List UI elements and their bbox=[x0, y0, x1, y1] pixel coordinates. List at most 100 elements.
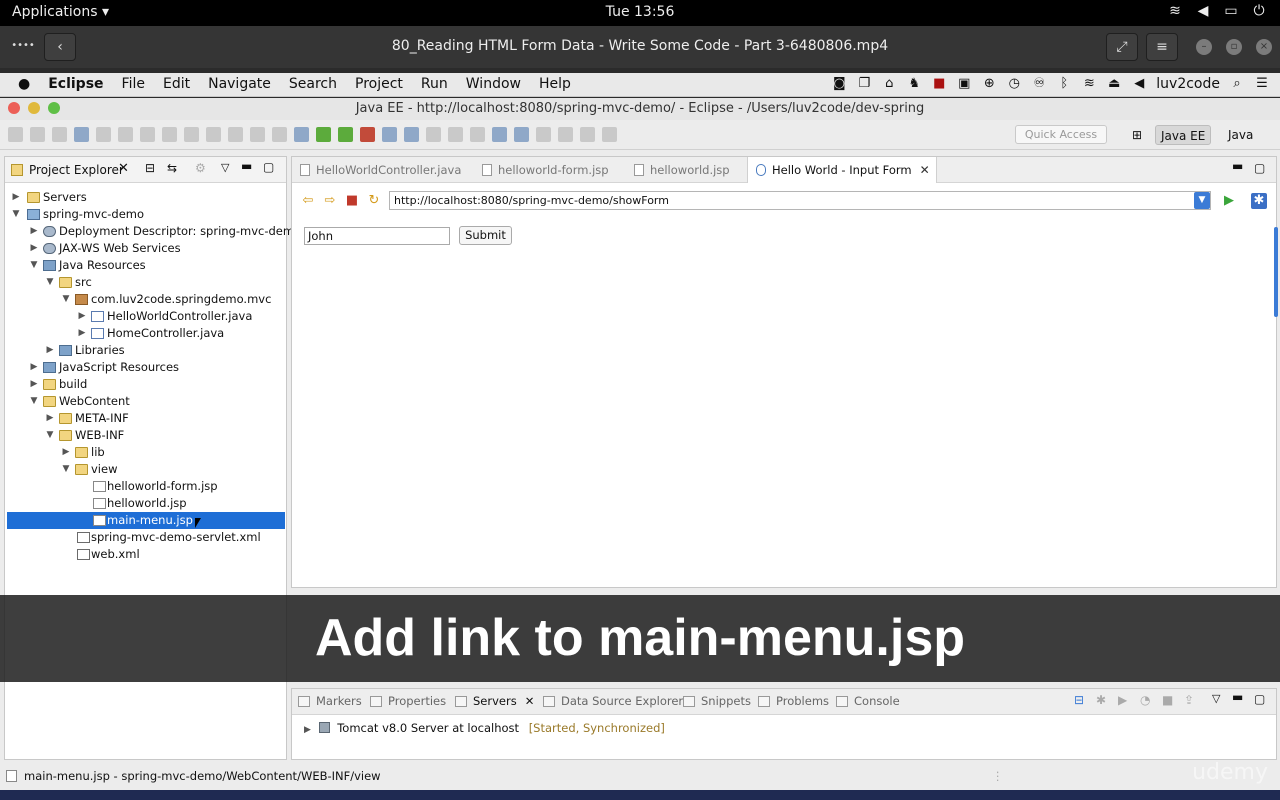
tree-item-helloworld-form-jsp[interactable]: helloworld-form.jsp bbox=[5, 478, 286, 495]
stop-icon[interactable]: ■ bbox=[344, 193, 360, 209]
tab-snippets[interactable]: Snippets bbox=[683, 694, 751, 708]
tree-item-deployment-descriptor[interactable]: ▶ Deployment Descriptor: spring-mvc-demo bbox=[5, 223, 302, 240]
view-menu-icon[interactable]: ▽ bbox=[221, 161, 229, 174]
forward-arrow-icon[interactable]: ⇨ bbox=[322, 193, 338, 209]
tab-console[interactable]: Console bbox=[836, 694, 900, 708]
build-icon[interactable] bbox=[294, 127, 309, 142]
minimize-window-button[interactable] bbox=[28, 102, 40, 114]
tab-helloworldcontroller[interactable]: HelloWorldController.java bbox=[292, 157, 461, 183]
tab-hello-world-input-form[interactable]: Hello World - Input Form ✕ bbox=[747, 157, 937, 183]
open-type-icon[interactable] bbox=[426, 127, 441, 142]
clock[interactable]: Tue 13:56 bbox=[0, 4, 1280, 20]
tree-item-main-menu-jsp[interactable]: main-menu.jsp bbox=[7, 512, 285, 529]
bluetooth-icon[interactable]: ᛒ bbox=[1056, 76, 1072, 92]
tab-helloworld-jsp[interactable]: helloworld.jsp bbox=[626, 157, 730, 183]
refresh-icon[interactable]: ↻ bbox=[366, 193, 382, 209]
expand-icon[interactable]: ▶ bbox=[304, 725, 311, 735]
expand-icon[interactable]: ▶ bbox=[29, 223, 39, 240]
wifi-icon[interactable]: ≋ bbox=[1081, 76, 1097, 92]
tree-item-view[interactable]: ▼ view bbox=[5, 461, 286, 478]
new-icon[interactable] bbox=[8, 127, 23, 142]
power-icon[interactable]: ⏻ bbox=[1250, 3, 1268, 19]
save-icon[interactable] bbox=[30, 127, 45, 142]
forward-icon[interactable] bbox=[602, 127, 617, 142]
perspective-java-ee[interactable]: Java EE bbox=[1155, 125, 1212, 145]
menu-app-name[interactable]: Eclipse bbox=[48, 76, 103, 92]
tab-helloworld-form-jsp[interactable]: helloworld-form.jsp bbox=[474, 157, 609, 183]
home-icon[interactable]: ⌂ bbox=[881, 76, 897, 92]
menu-navigate[interactable]: Navigate bbox=[208, 76, 271, 92]
collapse-icon[interactable]: ▼ bbox=[45, 274, 55, 291]
url-field[interactable]: http://localhost:8080/spring-mvc-demo/sh… bbox=[389, 191, 1211, 210]
url-dropdown-icon[interactable]: ▼ bbox=[1194, 192, 1210, 209]
go-icon[interactable]: ▶ bbox=[1221, 193, 1237, 209]
tree-item-web-inf[interactable]: ▼ WEB-INF bbox=[5, 427, 286, 444]
tree-item-homecontroller[interactable]: ▶ HomeController.java bbox=[5, 325, 286, 342]
filter-icon[interactable]: ⚙ bbox=[195, 161, 206, 175]
tab-markers[interactable]: Markers bbox=[298, 694, 362, 708]
evernote-icon[interactable]: ♞ bbox=[906, 76, 922, 92]
tree-item-meta-inf[interactable]: ▶ META-INF bbox=[5, 410, 286, 427]
sync-icon[interactable] bbox=[514, 127, 529, 142]
close-icon[interactable]: ✕ bbox=[920, 157, 930, 183]
expand-icon[interactable]: ▶ bbox=[29, 240, 39, 257]
tree-item-servlet-xml[interactable]: spring-mvc-demo-servlet.xml bbox=[5, 529, 286, 546]
search-icon[interactable] bbox=[470, 127, 485, 142]
tree-item-webcontent[interactable]: ▼ WebContent bbox=[5, 393, 286, 410]
external-tools-icon[interactable] bbox=[360, 127, 375, 142]
expand-icon[interactable]: ▶ bbox=[29, 359, 39, 376]
menu-project[interactable]: Project bbox=[355, 76, 403, 92]
start-server-icon[interactable]: ▶ bbox=[1118, 693, 1127, 707]
expand-icon[interactable]: ▶ bbox=[77, 325, 87, 342]
terminate-icon[interactable] bbox=[162, 127, 177, 142]
collapse-icon[interactable]: ▼ bbox=[29, 393, 39, 410]
debug-server-icon[interactable]: ✱ bbox=[1096, 693, 1106, 707]
collapse-all-icon[interactable]: ⊟ bbox=[145, 161, 155, 175]
collapse-icon[interactable]: ▼ bbox=[45, 427, 55, 444]
close-button[interactable]: × bbox=[1256, 39, 1272, 55]
accessibility-icon[interactable]: ⊕ bbox=[981, 76, 997, 92]
open-perspective-icon[interactable]: ⊞ bbox=[1127, 125, 1147, 145]
system-tray[interactable]: ≋ ◀ ▭ ⏻ bbox=[1166, 3, 1268, 19]
publish-icon[interactable]: ⇪ bbox=[1184, 693, 1194, 707]
tree-item-servers[interactable]: ▶ Servers bbox=[5, 189, 286, 206]
drop-frame-icon[interactable] bbox=[272, 127, 287, 142]
tree-item-helloworld-jsp[interactable]: helloworld.jsp bbox=[5, 495, 286, 512]
submit-button[interactable]: Submit bbox=[459, 226, 512, 245]
tree-item-lib[interactable]: ▶ lib bbox=[5, 444, 286, 461]
new-web-icon[interactable] bbox=[404, 127, 419, 142]
expand-icon[interactable]: ▶ bbox=[61, 444, 71, 461]
tree-item-project[interactable]: ▼ spring-mvc-demo bbox=[5, 206, 286, 223]
maximize-editor-icon[interactable]: ▢ bbox=[1254, 161, 1265, 175]
record-icon[interactable]: ■ bbox=[931, 76, 947, 92]
time-machine-icon[interactable]: ◷ bbox=[1006, 76, 1022, 92]
maximize-view-icon[interactable]: ▢ bbox=[263, 160, 274, 174]
step-into-icon[interactable] bbox=[206, 127, 221, 142]
minimize-view-icon[interactable]: ▬ bbox=[241, 159, 252, 173]
copy-icon[interactable]: ❐ bbox=[856, 76, 872, 92]
menu-search[interactable]: Search bbox=[289, 76, 337, 92]
volume-icon[interactable]: ◀ bbox=[1131, 76, 1147, 92]
new-server-icon[interactable] bbox=[382, 127, 397, 142]
menu-edit[interactable]: Edit bbox=[163, 76, 190, 92]
zoom-window-button[interactable] bbox=[48, 102, 60, 114]
open-browser-icon[interactable] bbox=[492, 127, 507, 142]
minimize-button[interactable]: – bbox=[1196, 39, 1212, 55]
view-menu-icon[interactable]: ▽ bbox=[1212, 692, 1220, 705]
debug-icon[interactable] bbox=[316, 127, 331, 142]
stop-server-icon[interactable]: ■ bbox=[1162, 693, 1173, 707]
tree-item-libraries[interactable]: ▶ Libraries bbox=[5, 342, 286, 359]
step-return-icon[interactable] bbox=[250, 127, 265, 142]
disconnect-icon[interactable] bbox=[184, 127, 199, 142]
perspective-java[interactable]: Java bbox=[1223, 125, 1258, 145]
resume-icon[interactable] bbox=[118, 127, 133, 142]
minimize-view-icon[interactable]: ▬ bbox=[1232, 690, 1243, 704]
tree-item-jaxws[interactable]: ▶ JAX-WS Web Services bbox=[5, 240, 286, 257]
menu-help[interactable]: Help bbox=[539, 76, 571, 92]
close-window-button[interactable] bbox=[8, 102, 20, 114]
tree-item-package[interactable]: ▼ com.luv2code.springdemo.mvc bbox=[5, 291, 286, 308]
tree-item-java-resources[interactable]: ▼ Java Resources bbox=[5, 257, 286, 274]
collapse-icon[interactable]: ▼ bbox=[11, 206, 21, 223]
browser-options-icon[interactable]: ✱ bbox=[1251, 193, 1267, 209]
binoculars-icon[interactable]: ♾ bbox=[1031, 76, 1047, 92]
